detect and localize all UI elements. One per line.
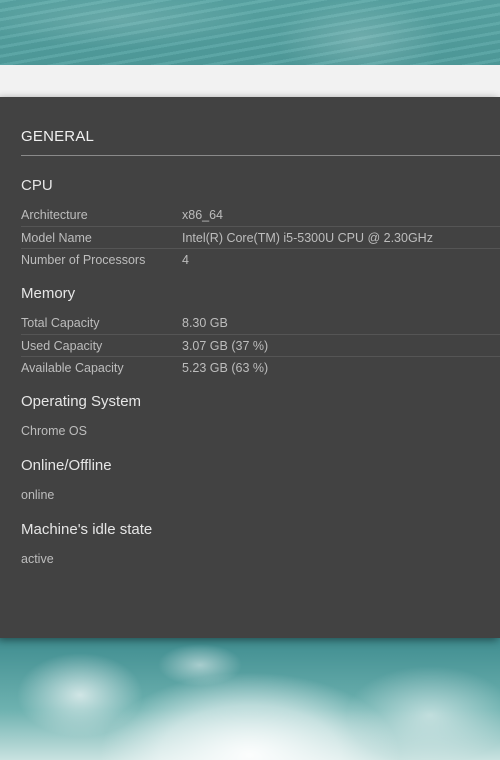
idle-heading: Machine's idle state xyxy=(21,521,153,538)
os-heading: Operating System xyxy=(21,393,142,410)
row-value: x86_64 xyxy=(182,208,224,222)
cpu-heading: CPU xyxy=(21,177,53,194)
row-key: Total Capacity xyxy=(21,316,100,330)
network-value: online xyxy=(21,488,55,502)
cpu-row-architecture: Architecture x86_64 xyxy=(21,204,500,226)
memory-row-available: Available Capacity 5.23 GB (63 %) xyxy=(21,356,500,378)
row-value: 8.30 GB xyxy=(182,316,228,330)
cpu-row-model-name: Model Name Intel(R) Core(TM) i5-5300U CP… xyxy=(21,226,500,248)
row-key: Number of Processors xyxy=(21,253,146,267)
row-key: Used Capacity xyxy=(21,339,103,353)
memory-row-total: Total Capacity 8.30 GB xyxy=(21,312,500,334)
section-title-general: GENERAL xyxy=(21,128,95,145)
row-key: Architecture xyxy=(21,208,88,222)
row-value: 3.07 GB (37 %) xyxy=(182,339,269,353)
idle-value: active xyxy=(21,552,54,566)
cpu-row-processors: Number of Processors 4 xyxy=(21,248,500,270)
window-header-strip xyxy=(0,65,500,97)
memory-row-used: Used Capacity 3.07 GB (37 %) xyxy=(21,334,500,356)
network-heading: Online/Offline xyxy=(21,457,112,474)
wallpaper-wave xyxy=(0,635,500,760)
row-key: Available Capacity xyxy=(21,361,124,375)
row-key: Model Name xyxy=(21,231,92,245)
row-value: Intel(R) Core(TM) i5-5300U CPU @ 2.30GHz xyxy=(182,231,433,245)
row-value: 5.23 GB (63 %) xyxy=(182,361,269,375)
os-value: Chrome OS xyxy=(21,424,87,438)
row-value: 4 xyxy=(182,253,189,267)
system-info-panel: GENERAL CPU Architecture x86_64 Model Na… xyxy=(0,97,500,638)
memory-heading: Memory xyxy=(21,285,76,302)
section-divider xyxy=(21,155,500,156)
